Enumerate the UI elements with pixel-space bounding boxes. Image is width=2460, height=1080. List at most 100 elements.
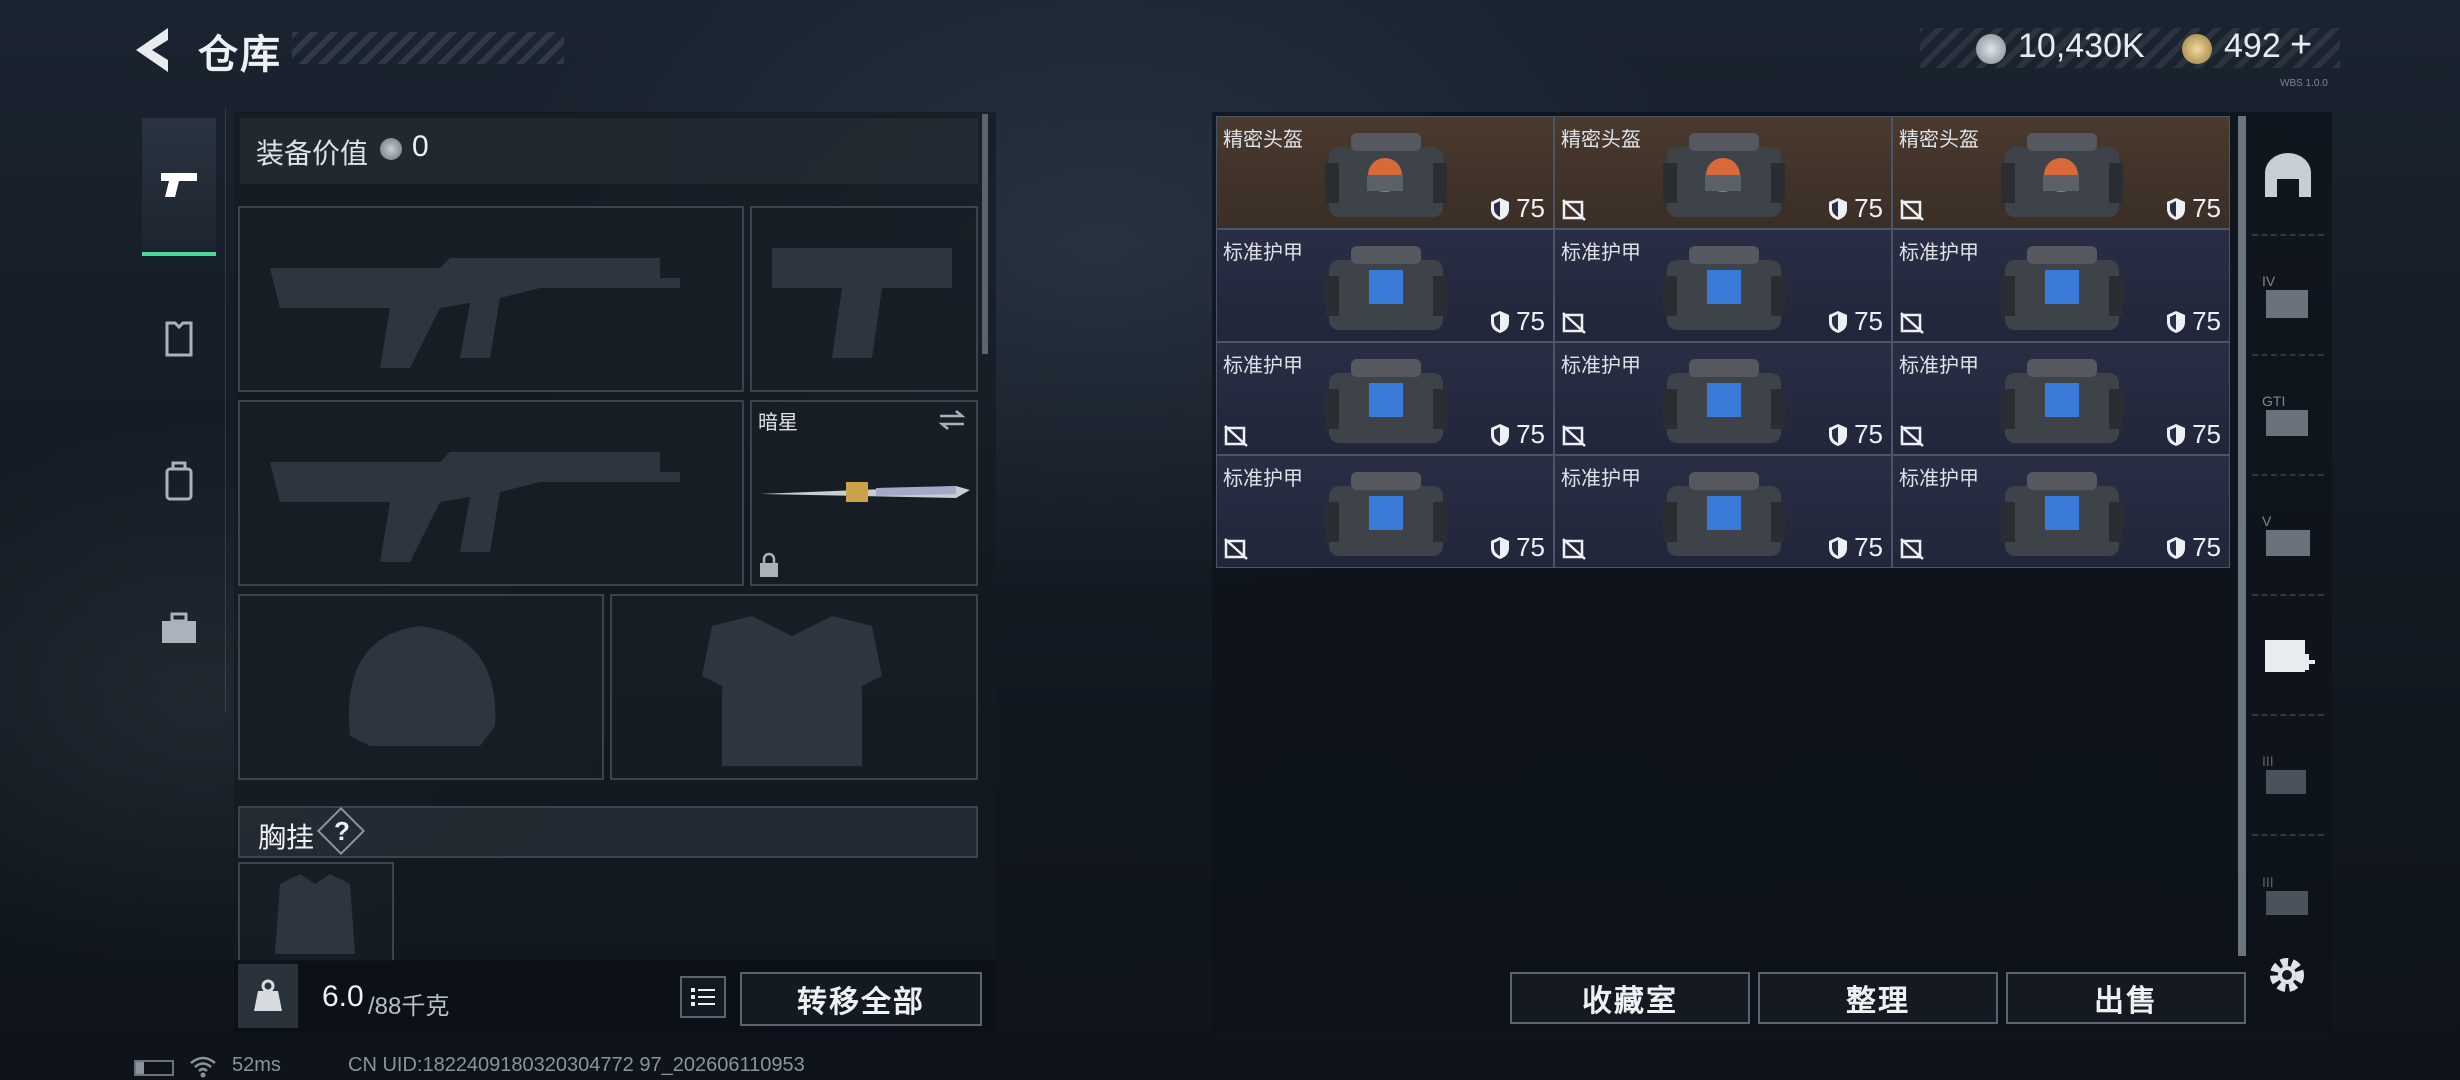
tab-weapons[interactable]	[142, 118, 216, 256]
durability-value: 75	[2192, 193, 2221, 223]
chest-rig-silhouette-icon	[275, 874, 355, 954]
chest-rig-slot[interactable]	[238, 862, 394, 962]
tab-toolbox[interactable]	[142, 560, 216, 698]
inventory-item[interactable]: 标准护甲 75	[1554, 229, 1892, 342]
armor-case-icon	[2001, 246, 2123, 330]
durability-value: 75	[2192, 419, 2221, 449]
category-medical[interactable]	[2252, 598, 2324, 716]
item-name: 精密头盔	[1899, 129, 1979, 151]
backpack-icon	[165, 461, 193, 501]
sort-button[interactable]: 整理	[1758, 972, 1998, 1024]
durability-readout: 75	[1828, 419, 1883, 450]
shield-icon	[2167, 310, 2186, 333]
sidearm-slot[interactable]	[750, 206, 978, 392]
item-name: 精密头盔	[1561, 129, 1641, 151]
settings-button[interactable]	[2262, 950, 2312, 1000]
secondary-weapon-slot[interactable]	[238, 400, 744, 586]
category-tier-v[interactable]: V	[2252, 478, 2324, 596]
silver-coin-icon	[1976, 34, 2006, 64]
no-trade-icon	[1562, 425, 1586, 447]
gold-coin-icon	[2182, 34, 2212, 64]
collection-room-button[interactable]: 收藏室	[1510, 972, 1750, 1024]
weight-max: /88千克	[368, 993, 450, 1020]
version-label: WBS 1.0.0	[2280, 78, 2328, 89]
category-tier-iii-a[interactable]: III	[2252, 718, 2324, 836]
chest-rig-help-icon[interactable]: ?	[334, 816, 350, 847]
item-name: 标准护甲	[1561, 242, 1641, 264]
durability-readout: 75	[2166, 532, 2221, 563]
category-tier-iii-b[interactable]: III	[2252, 838, 2324, 956]
item-name: 标准护甲	[1223, 355, 1303, 377]
category-gti[interactable]: GTI	[2252, 358, 2324, 476]
rifle-silhouette-icon	[270, 452, 680, 562]
shield-icon	[1829, 310, 1848, 333]
back-button[interactable]	[128, 22, 180, 78]
durability-readout: 75	[1828, 532, 1883, 563]
sell-button[interactable]: 出售	[2006, 972, 2246, 1024]
durability-readout: 75	[1490, 419, 1545, 450]
svg-text:III: III	[2262, 753, 2274, 769]
item-name: 精密头盔	[1223, 129, 1303, 151]
inventory-scrollbar[interactable]	[2238, 116, 2246, 956]
durability-value: 75	[1854, 306, 1883, 336]
armor-case-icon	[1325, 246, 1447, 330]
lock-icon	[760, 552, 778, 577]
inventory-item[interactable]: 标准护甲 75	[1554, 455, 1892, 568]
inventory-item[interactable]: 标准护甲 75	[1216, 455, 1554, 568]
durability-readout: 75	[1490, 532, 1545, 563]
no-trade-icon	[1900, 425, 1924, 447]
durability-value: 75	[2192, 532, 2221, 562]
shield-icon	[1491, 197, 1510, 220]
transfer-all-button[interactable]: 转移全部	[740, 972, 982, 1026]
inventory-item[interactable]: 标准护甲 75	[1216, 229, 1554, 342]
list-icon	[691, 988, 715, 1006]
inventory-item[interactable]: 精密头盔 75	[1554, 116, 1892, 229]
list-view-button[interactable]	[680, 976, 726, 1018]
vest-silhouette-icon	[702, 616, 882, 766]
swap-icon[interactable]	[936, 408, 968, 432]
primary-weapon-slot[interactable]	[238, 206, 744, 392]
melee-slot[interactable]: 暗星	[750, 400, 978, 586]
container-iii-icon: III	[2262, 874, 2308, 915]
wifi-icon	[190, 1056, 216, 1078]
no-trade-icon	[1562, 199, 1586, 221]
armor-case-icon	[1663, 246, 1785, 330]
tab-armor[interactable]	[142, 270, 216, 408]
durability-value: 75	[2192, 306, 2221, 336]
add-currency-button[interactable]: +	[2290, 24, 2312, 67]
inventory-item[interactable]: 标准护甲 75	[1554, 342, 1892, 455]
durability-value: 75	[1854, 193, 1883, 223]
no-trade-icon	[1900, 312, 1924, 334]
inventory-item[interactable]: 标准护甲 75	[1892, 342, 2230, 455]
inventory-item[interactable]: 标准护甲 75	[1892, 455, 2230, 568]
inventory-item[interactable]: 标准护甲 75	[1892, 229, 2230, 342]
category-tier-iv[interactable]: IV	[2252, 238, 2324, 356]
loadout-scrollbar[interactable]	[982, 114, 988, 354]
armor-case-icon	[1325, 472, 1447, 556]
pistol-silhouette-icon	[772, 248, 952, 358]
category-home[interactable]	[2252, 118, 2324, 236]
rifle-silhouette-icon	[270, 258, 680, 368]
armor-case-icon	[1325, 359, 1447, 443]
no-trade-icon	[1562, 538, 1586, 560]
silver-coin-icon	[380, 138, 402, 160]
svg-text:IV: IV	[2262, 273, 2276, 289]
body-armor-slot[interactable]	[610, 594, 978, 780]
durability-readout: 75	[2166, 193, 2221, 224]
inventory-item[interactable]: 精密头盔 75	[1216, 116, 1554, 229]
durability-value: 75	[1516, 306, 1545, 336]
durability-value: 75	[1516, 193, 1545, 223]
home-arch-icon	[2265, 153, 2311, 197]
equipment-value: 0	[412, 130, 429, 163]
battery-icon	[134, 1060, 174, 1076]
equipment-value-label: 装备价值	[256, 138, 369, 169]
helmet-slot[interactable]	[238, 594, 604, 780]
item-name: 标准护甲	[1899, 355, 1979, 377]
durability-readout: 75	[1490, 193, 1545, 224]
durability-readout: 75	[1490, 306, 1545, 337]
inventory-item[interactable]: 标准护甲 75	[1216, 342, 1554, 455]
armor-case-icon	[1663, 472, 1785, 556]
toolbox-icon	[162, 612, 196, 643]
tab-backpack[interactable]	[142, 412, 216, 550]
inventory-item[interactable]: 精密头盔 75	[1892, 116, 2230, 229]
